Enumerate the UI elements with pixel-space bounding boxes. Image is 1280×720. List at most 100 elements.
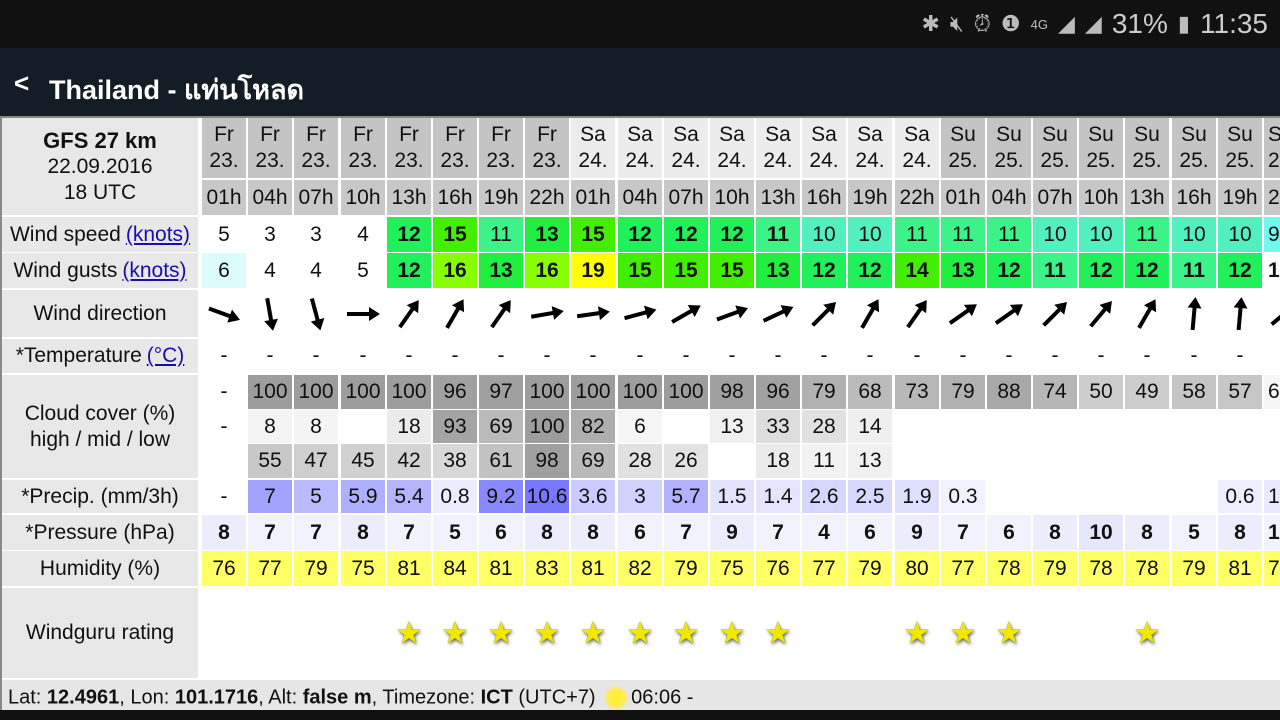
wind-gust-cell-value: 1 [1268,258,1280,282]
wind-gust-cell: 13 [479,253,523,288]
cloud-high-cell: 100 [248,375,292,409]
precip-cell-value: 5.9 [348,484,378,508]
humidity-cell: 83 [525,551,569,586]
humidity-cell: 76 [202,551,246,586]
cloud-high-cell: 58 [1172,375,1216,409]
cloud-mid-cell: 33 [756,410,800,443]
wind-gust-cell-value: 15 [674,258,698,282]
cloud-mid-cell [895,410,939,443]
cloud-low-cell-value: 13 [858,449,882,472]
wind-gust-cell: 16 [525,253,569,288]
hour-header: 13h [756,180,800,215]
hour-header: 13h [1125,180,1169,215]
humidity-cell: 77 [248,551,292,586]
row-label-humidity: Humidity (%) [2,551,198,586]
temperature-cell-value: - [728,344,736,367]
day-header: Fr 23. [248,118,292,178]
temperature-cell: - [802,339,846,373]
cloud-mid-cell [1125,410,1169,443]
precip-cell-value: 7 [264,484,276,508]
precip-cell: 5.9 [341,480,385,513]
cloud-mid-cell-value: - [220,414,228,438]
wind-direction-cell [848,290,892,337]
precip-cell [1172,480,1216,513]
pressure-cell: 6 [987,515,1031,550]
pressure-cell: 8 [525,515,569,550]
wind-speed-units-link[interactable]: (knots) [126,222,190,248]
rating-cell: ★ [756,588,800,678]
wind-gust-cell-value: 4 [310,258,322,282]
precip-cell: 10.6 [525,480,569,513]
wind-gust-cell-value: 13 [766,258,790,282]
wind-speed-cell: 5 [202,217,246,252]
precip-cell-value: 5.4 [394,484,424,508]
temperature-cell: - [1218,339,1262,373]
wind-gust-cell: 14 [895,253,939,288]
day-name: Su [1181,123,1207,146]
wind-gusts-units-link[interactable]: (knots) [122,258,186,284]
hour-header-value: 16h [806,185,842,209]
rating-cell: ★ [664,588,708,678]
wind-speed-cell-value: 12 [720,222,744,246]
cloud-high-cell: 100 [387,375,431,409]
day-date: 24. [763,149,793,172]
wind-speed-cell-value: 13 [535,222,559,246]
pressure-cell: 7 [941,515,985,550]
day-name: Sa [673,123,699,146]
wind-gust-cell-value: 12 [812,258,836,282]
humidity-cell-value: 81 [581,556,605,580]
wind-gust-cell: 11 [1033,253,1077,288]
cloud-low-cell [1125,444,1169,478]
precip-cell [987,480,1031,513]
cloud-mid-cell: - [202,410,246,443]
wind-gust-cell: 12 [802,253,846,288]
cloud-high-cell: 100 [618,375,662,409]
precip-cell: 0.8 [433,480,477,513]
precip-cell-value: 0.8 [440,484,470,508]
day-name: Sa [719,123,745,146]
wind-speed-cell-value: 3 [264,222,276,246]
star-icon: ★ [764,616,792,650]
wind-gust-cell: 1 [1264,253,1280,288]
wind-arrow-icon [948,303,977,325]
rating-label: Windguru rating [25,621,175,644]
temperature-cell: - [756,339,800,373]
temperature-cell: - [710,339,754,373]
hour-header-value: 10h [714,185,750,209]
rating-cell [202,588,246,678]
wind-speed-cell-value: 15 [443,222,467,246]
wind-gust-cell: 12 [848,253,892,288]
humidity-cell: 79 [1033,551,1077,586]
humidity-cell: 81 [1218,551,1262,586]
wind-speed-cell: 12 [710,217,754,252]
cloud-mid-cell: 82 [571,410,615,443]
battery-charging-icon: ▮ [1177,11,1190,36]
hour-header: 01h [941,180,985,215]
humidity-cell: 79 [294,551,338,586]
pressure-cell-value: 10 [1089,520,1113,544]
temperature-cell-value: - [312,344,320,367]
temperature-cell-value: - [1236,344,1244,367]
wind-speed-cell-value: 15 [581,222,605,246]
wind-speed-cell-value: 11 [490,222,512,246]
cloud-mid-cell: 8 [294,410,338,443]
wind-gust-cell: 15 [618,253,662,288]
rating-cell: ★ [987,588,1031,678]
cloud-high-cell-value: 100 [345,380,381,403]
humidity-cell: 84 [433,551,477,586]
temperature-units-link[interactable]: (°C) [147,343,185,369]
temperature-cell [1264,339,1280,373]
cloud-low-cell [941,444,985,478]
precip-cell-value: 5.7 [671,484,701,508]
humidity-cell-value: 78 [1135,556,1159,580]
back-button[interactable]: < [14,68,29,99]
row-label-pressure: *Pressure (hPa) [2,515,198,550]
cloud-high-cell-value: - [220,380,228,403]
cloud-mid-cell: 8 [248,410,292,443]
model-run: 18 UTC [63,180,137,204]
pressure-cell-value: 7 [680,520,692,544]
humidity-cell-value: 79 [1043,556,1067,580]
cloud-mid-cell [1033,410,1077,443]
cloud-high-cell-value: 88 [997,380,1021,403]
wind-speed-cell: 10 [848,217,892,252]
